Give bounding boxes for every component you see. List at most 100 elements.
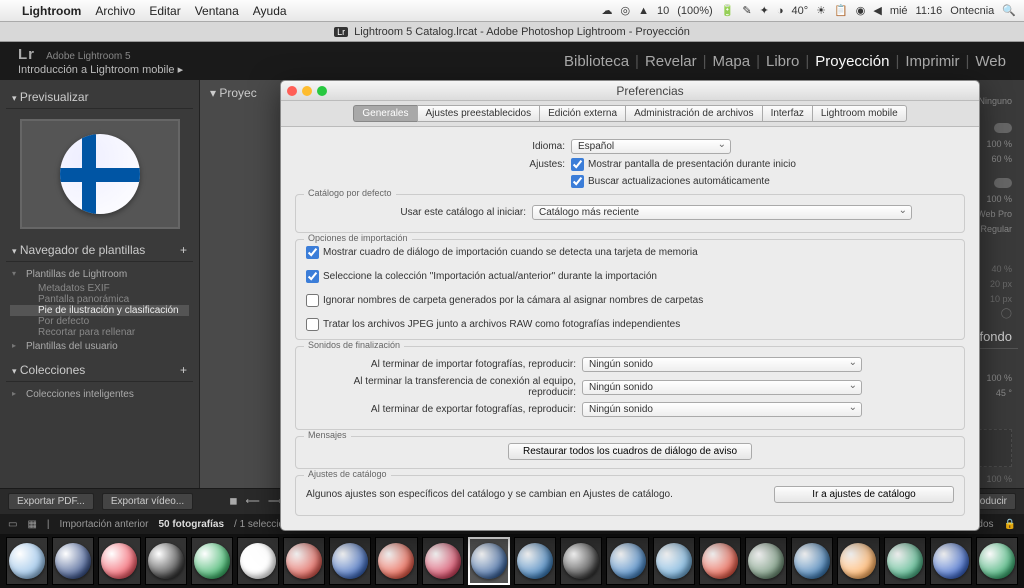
smart-collections[interactable]: Colecciones inteligentes bbox=[10, 386, 189, 403]
go-catalog-settings-button[interactable]: Ir a ajustes de catálogo bbox=[774, 486, 954, 503]
filmstrip-cell[interactable] bbox=[837, 537, 879, 585]
collections-header[interactable]: ▾ Colecciones + bbox=[6, 359, 193, 382]
module-web[interactable]: Web bbox=[975, 53, 1006, 70]
app-name[interactable]: Lightroom bbox=[22, 4, 81, 18]
filmstrip-cell[interactable] bbox=[191, 537, 233, 585]
tree-crop-fill[interactable]: Recortar para rellenar bbox=[10, 327, 189, 338]
export-video-button[interactable]: Exportar vídeo... bbox=[102, 493, 193, 510]
add-collection-icon[interactable]: + bbox=[180, 363, 187, 377]
tab-file-handling[interactable]: Administración de archivos bbox=[625, 105, 762, 122]
sound-export-select[interactable]: Ningún sonido bbox=[582, 402, 862, 417]
menu-edit[interactable]: Editar bbox=[149, 4, 180, 18]
status-icon[interactable]: ▲ bbox=[638, 5, 649, 17]
filmstrip-cell[interactable] bbox=[930, 537, 972, 585]
module-mapa[interactable]: Mapa bbox=[713, 53, 751, 70]
settings-label: Ajustes: bbox=[295, 159, 565, 170]
export-pdf-button[interactable]: Exportar PDF... bbox=[8, 493, 94, 510]
tab-lightroom-mobile[interactable]: Lightroom mobile bbox=[812, 105, 907, 122]
tab-presets[interactable]: Ajustes preestablecidos bbox=[417, 105, 540, 122]
filter-lock-icon[interactable]: 🔒 bbox=[1004, 519, 1016, 530]
add-template-icon[interactable]: + bbox=[180, 243, 187, 257]
chk-splash[interactable]: Mostrar pantalla de presentación durante… bbox=[571, 158, 796, 171]
language-select[interactable]: Español bbox=[571, 139, 731, 154]
filmstrip-cell[interactable] bbox=[976, 537, 1018, 585]
reset-warnings-button[interactable]: Restaurar todos los cuadros de diálogo d… bbox=[508, 443, 752, 460]
filmstrip-cell[interactable] bbox=[283, 537, 325, 585]
tree-panoramic[interactable]: Pantalla panorámica bbox=[10, 294, 189, 305]
minimize-icon[interactable] bbox=[302, 86, 312, 96]
clock-day: mié bbox=[890, 5, 908, 17]
mac-menubar: Lightroom Archivo Editar Ventana Ayuda ☁… bbox=[0, 0, 1024, 22]
battery-pct: (100%) bbox=[677, 5, 712, 17]
tree-default[interactable]: Por defecto bbox=[10, 316, 189, 327]
catalog-settings-text: Algunos ajustes son específicos del catá… bbox=[306, 489, 768, 500]
filmstrip-cell[interactable] bbox=[699, 537, 741, 585]
chk-select-collection[interactable]: Seleccione la colección "Importación act… bbox=[306, 270, 954, 283]
prev-icon[interactable]: ⟵ bbox=[246, 496, 260, 507]
template-browser-header[interactable]: ▾ Navegador de plantillas + bbox=[6, 239, 193, 262]
grid-icon[interactable]: ▦ bbox=[27, 519, 36, 530]
filmstrip-cell[interactable] bbox=[237, 537, 279, 585]
filmstrip-cell[interactable] bbox=[98, 537, 140, 585]
tree-caption-rating[interactable]: Pie de ilustración y clasificación bbox=[10, 305, 189, 316]
chk-import-dialog[interactable]: Mostrar cuadro de diálogo de importación… bbox=[306, 246, 954, 259]
module-revelar[interactable]: Revelar bbox=[645, 53, 697, 70]
tab-external-editing[interactable]: Edición externa bbox=[539, 105, 625, 122]
source-label[interactable]: Importación anterior bbox=[60, 519, 149, 530]
close-icon[interactable] bbox=[287, 86, 297, 96]
chk-ignore-folder-names[interactable]: Ignorar nombres de carpeta generados por… bbox=[306, 294, 954, 307]
filmstrip-cell[interactable] bbox=[884, 537, 926, 585]
wifi-icon[interactable]: ◎ bbox=[621, 4, 631, 17]
menu-file[interactable]: Archivo bbox=[95, 4, 135, 18]
sound-import-select[interactable]: Ningún sonido bbox=[582, 357, 862, 372]
spotlight-icon[interactable]: 🔍 bbox=[1002, 4, 1016, 17]
filmstrip-cell[interactable] bbox=[468, 537, 510, 585]
stop-icon[interactable]: ◼ bbox=[229, 496, 237, 507]
filmstrip-cell[interactable] bbox=[52, 537, 94, 585]
filmstrip-cell[interactable] bbox=[560, 537, 602, 585]
sound-tether-select[interactable]: Ningún sonido bbox=[582, 380, 862, 395]
user-name[interactable]: Ontecnia bbox=[950, 5, 994, 17]
filmstrip-cell[interactable] bbox=[745, 537, 787, 585]
filmstrip-cell[interactable] bbox=[422, 537, 464, 585]
text-overlay-toggle[interactable] bbox=[994, 178, 1012, 188]
language-label: Idioma: bbox=[295, 141, 565, 152]
preview-header[interactable]: ▾ Previsualizar bbox=[6, 86, 193, 109]
template-tree: Plantillas de Lightroom Metadatos EXIF P… bbox=[6, 262, 193, 359]
fs-catalog-settings: Ajustes de catálogo bbox=[304, 469, 391, 479]
filmstrip-cell[interactable] bbox=[514, 537, 556, 585]
fs-import-options: Opciones de importación bbox=[304, 233, 412, 243]
tab-interface[interactable]: Interfaz bbox=[762, 105, 812, 122]
finland-flag-icon bbox=[60, 134, 140, 214]
tab-generales[interactable]: Generales bbox=[353, 105, 416, 122]
face-select[interactable]: Regular bbox=[980, 224, 1012, 234]
intro-link[interactable]: Introducción a Lightroom mobile ▸ bbox=[18, 64, 183, 76]
filmstrip-cell[interactable] bbox=[653, 537, 695, 585]
menu-window[interactable]: Ventana bbox=[195, 4, 239, 18]
filmstrip-cell[interactable] bbox=[606, 537, 648, 585]
tree-exif[interactable]: Metadatos EXIF bbox=[10, 283, 189, 294]
module-proyeccion[interactable]: Proyección bbox=[815, 53, 889, 70]
dialog-titlebar[interactable]: Preferencias bbox=[281, 81, 979, 101]
cloud-icon[interactable]: ☁ bbox=[602, 4, 613, 17]
menu-help[interactable]: Ayuda bbox=[253, 4, 287, 18]
stars-toggle[interactable] bbox=[994, 123, 1012, 133]
fs-completion-sounds: Sonidos de finalización bbox=[304, 340, 404, 350]
filmstrip-cell[interactable] bbox=[375, 537, 417, 585]
module-imprimir[interactable]: Imprimir bbox=[905, 53, 959, 70]
chk-jpeg-raw[interactable]: Tratar los archivos JPEG junto a archivo… bbox=[306, 318, 954, 331]
tree-lightroom-templates[interactable]: Plantillas de Lightroom bbox=[10, 266, 189, 283]
filmstrip-cell[interactable] bbox=[329, 537, 371, 585]
filmstrip-cell[interactable] bbox=[6, 537, 48, 585]
filmstrip[interactable] bbox=[0, 534, 1024, 588]
second-window-icon[interactable]: ▭ bbox=[8, 519, 17, 530]
tree-user-templates[interactable]: Plantillas del usuario bbox=[10, 338, 189, 355]
zoom-icon[interactable] bbox=[317, 86, 327, 96]
filmstrip-cell[interactable] bbox=[791, 537, 833, 585]
module-biblioteca[interactable]: Biblioteca bbox=[564, 53, 629, 70]
filmstrip-cell[interactable] bbox=[145, 537, 187, 585]
default-catalog-select[interactable]: Catálogo más reciente bbox=[532, 205, 912, 220]
module-libro[interactable]: Libro bbox=[766, 53, 799, 70]
fs-default-catalog: Catálogo por defecto bbox=[304, 188, 396, 198]
chk-updates[interactable]: Buscar actualizaciones automáticamente bbox=[571, 175, 770, 188]
